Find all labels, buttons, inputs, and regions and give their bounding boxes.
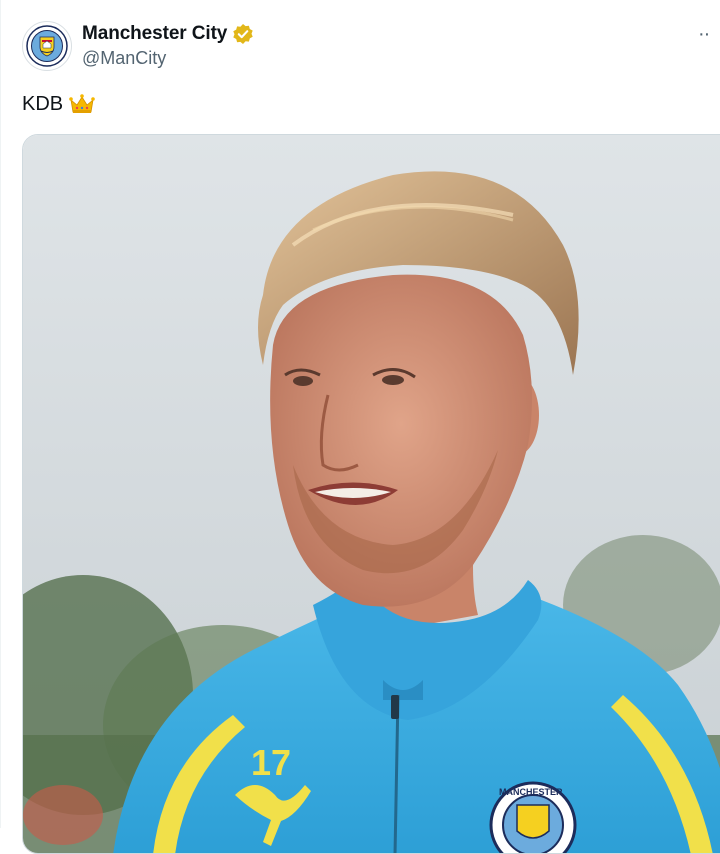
- crown-emoji-icon: [69, 94, 95, 113]
- display-name[interactable]: Manchester City: [82, 23, 227, 45]
- tweet-text-row: KDB: [22, 90, 95, 118]
- more-options-icon[interactable]: ··: [698, 20, 718, 48]
- account-handle[interactable]: @ManCity: [82, 48, 254, 69]
- badge-text: MANCHESTER: [499, 787, 563, 797]
- left-border: [0, 0, 1, 828]
- tweet-photo[interactable]: 17 MANCHESTER: [22, 134, 720, 854]
- man-city-crest-icon: [26, 25, 68, 67]
- shirt-number: 17: [251, 742, 291, 783]
- photo-player-portrait: 17 MANCHESTER: [23, 135, 720, 853]
- verified-gold-badge-icon[interactable]: [232, 23, 254, 45]
- tweet-text: KDB: [22, 93, 64, 115]
- avatar[interactable]: [22, 21, 72, 71]
- tweet-header: Manchester City @ManCity ··: [22, 18, 720, 74]
